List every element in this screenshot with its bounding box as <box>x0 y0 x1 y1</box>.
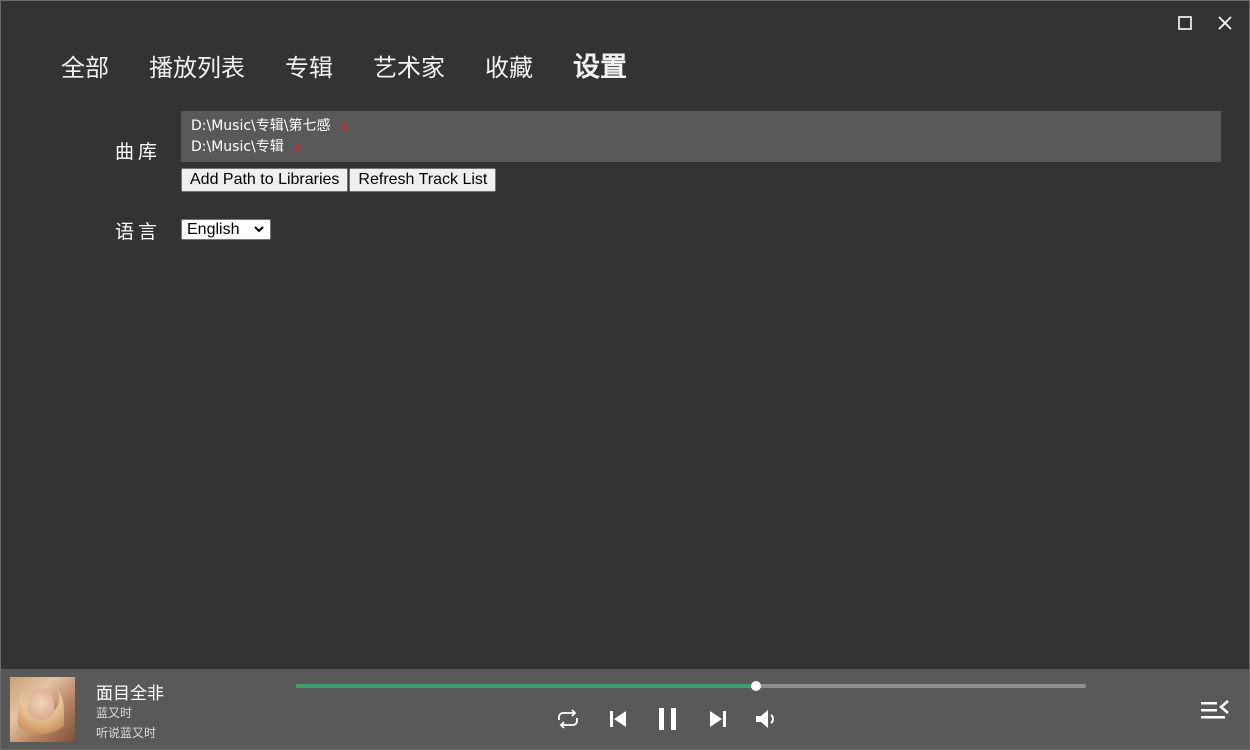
tab-artists[interactable]: 艺术家 <box>373 51 445 85</box>
tab-all[interactable]: 全部 <box>61 51 109 85</box>
pause-button[interactable] <box>653 705 683 733</box>
close-icon <box>1218 16 1232 30</box>
tab-albums[interactable]: 专辑 <box>285 51 333 85</box>
library-path-item: D:\Music\专辑\第七感 x <box>191 116 1211 137</box>
next-icon <box>710 711 726 727</box>
progress-bar[interactable] <box>296 681 1086 691</box>
tab-settings[interactable]: 设置 <box>573 51 627 85</box>
volume-icon <box>756 710 774 728</box>
album-cover <box>10 677 75 742</box>
previous-icon <box>610 711 626 727</box>
repeat-button[interactable] <box>553 705 583 733</box>
repeat-icon <box>558 709 578 729</box>
progress-knob[interactable] <box>750 681 761 691</box>
window-controls <box>1171 11 1239 35</box>
library-path-list: D:\Music\专辑\第七感 x D:\Music\专辑 x <box>181 111 1221 162</box>
library-path-text: D:\Music\专辑\第七感 <box>191 118 331 134</box>
track-title: 面目全非 <box>96 684 164 704</box>
refresh-track-list-button[interactable]: Refresh Track List <box>349 168 497 192</box>
main-nav: 全部 播放列表 专辑 艺术家 收藏 设置 <box>61 51 667 85</box>
library-label: 曲库 <box>115 141 162 163</box>
library-actions: Add Path to Libraries Refresh Track List <box>181 168 497 192</box>
language-select-value: English <box>187 220 240 238</box>
library-path-text: D:\Music\专辑 <box>191 139 284 155</box>
previous-button[interactable] <box>603 705 633 733</box>
add-path-button[interactable]: Add Path to Libraries <box>181 168 349 192</box>
remove-path-button[interactable]: x <box>294 137 302 158</box>
track-album: 蓝又时 <box>96 706 133 720</box>
next-button[interactable] <box>703 705 733 733</box>
queue-icon <box>1201 700 1229 719</box>
track-artist: 听说蓝又时 <box>96 726 157 740</box>
player-bar: 面目全非 蓝又时 听说蓝又时 <box>1 669 1249 749</box>
maximize-button[interactable] <box>1171 11 1199 35</box>
volume-button[interactable] <box>751 705 781 733</box>
close-button[interactable] <box>1211 11 1239 35</box>
language-label: 语言 <box>115 221 162 243</box>
pause-icon <box>659 708 676 730</box>
maximize-icon <box>1178 16 1192 30</box>
queue-button[interactable] <box>1199 697 1231 723</box>
language-select[interactable]: English <box>181 219 271 240</box>
tab-favorites[interactable]: 收藏 <box>485 51 533 85</box>
tab-playlists[interactable]: 播放列表 <box>149 51 245 85</box>
progress-fill <box>296 684 756 688</box>
library-path-item: D:\Music\专辑 x <box>191 137 1211 158</box>
chevron-down-icon <box>254 226 264 233</box>
remove-path-button[interactable]: x <box>340 116 348 137</box>
